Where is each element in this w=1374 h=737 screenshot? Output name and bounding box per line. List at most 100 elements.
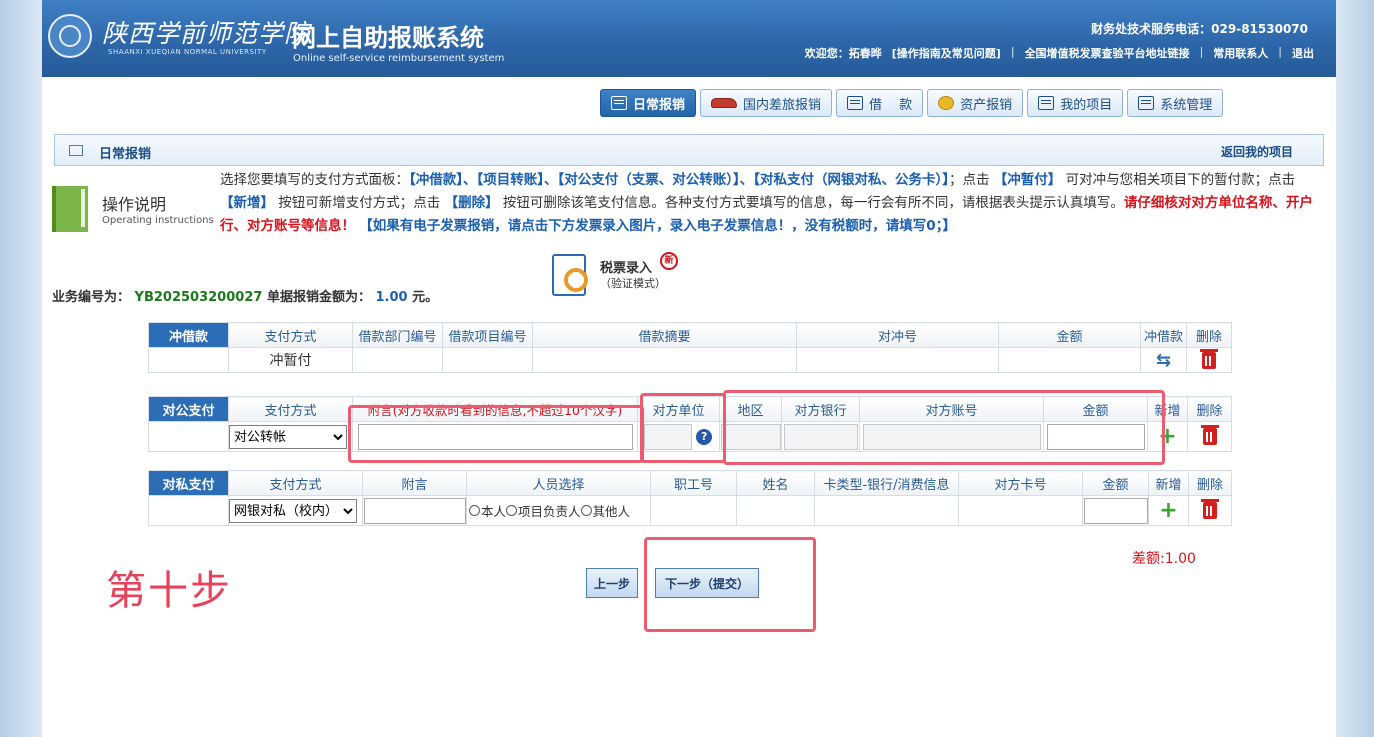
new-badge: 新: [660, 252, 678, 270]
private-method-select[interactable]: 网银对私（校内）: [229, 498, 357, 523]
amount-unit: 元。: [412, 290, 439, 305]
col-header: 卡类型-银行/消费信息: [814, 470, 959, 496]
step-label: 第十步: [106, 568, 232, 614]
person-radio-group: 本人 项目负责人 其他人: [468, 501, 650, 520]
private-amount-input[interactable]: [1083, 497, 1148, 524]
private-memo-input[interactable]: [363, 497, 466, 524]
school-name-en: SHAANXI XUEQIAN NORMAL UNIVERSITY: [108, 48, 267, 56]
trash-icon: [1201, 499, 1219, 519]
amount-cell: [1082, 495, 1149, 526]
daily-icon: [611, 96, 627, 110]
business-id: YB202503200027: [134, 290, 263, 305]
module-loan[interactable]: 借 款: [836, 89, 924, 117]
next-step-submit-button[interactable]: 下一步（提交）: [655, 568, 759, 598]
tax-invoice-entry[interactable]: 税票录入 新 （验证模式）: [552, 252, 692, 299]
instr-part: 按钮可新增支付方式；点击: [278, 195, 441, 211]
project-cell: [442, 347, 533, 373]
col-header: 借款项目编号: [442, 322, 533, 348]
instructions-title: 操作说明: [102, 195, 167, 214]
page-right-margin: [1336, 0, 1374, 737]
col-header: 新增: [1148, 470, 1189, 496]
staff-no-cell: [650, 495, 737, 526]
private-payment-table: 对私支付 支付方式 附言 人员选择 职工号 姓名 卡类型-银行/消费信息 对方卡…: [148, 470, 1232, 526]
loan-icon: [847, 96, 864, 110]
col-header: 删除: [1186, 322, 1232, 348]
contacts-link[interactable]: 常用联系人: [1213, 45, 1268, 61]
school-name: 陕西学前师范学院: [102, 19, 311, 48]
empty-cell: [148, 347, 229, 373]
module-my-projects[interactable]: 我的项目: [1027, 89, 1124, 117]
business-id-label: 业务编号为：: [52, 290, 131, 305]
logout-link[interactable]: 退出: [1292, 45, 1314, 61]
tax-entry-subtitle: （验证模式）: [600, 277, 666, 290]
module-label: 日常报销: [633, 97, 686, 113]
col-header: 金额: [1082, 470, 1149, 496]
train-icon: [711, 98, 738, 108]
instr-part: 【新增】: [220, 195, 274, 211]
col-header: 冲借款: [1140, 322, 1187, 348]
method-cell: 冲暂付: [228, 347, 353, 373]
col-header: 支付方式: [228, 396, 353, 422]
instr-part: 可对冲与您相关项目下的暂付款；点击: [1065, 172, 1296, 188]
module-travel-reimbursement[interactable]: 国内差旅报销: [700, 89, 833, 117]
radio-project-leader[interactable]: [506, 505, 518, 516]
book-icon: [52, 186, 88, 232]
module-label: 我的项目: [1060, 97, 1113, 113]
instr-part: 【冲借款】、【项目转账】、【对公支付（支票、对公转账）】、【对私支付（网银对私、…: [409, 172, 949, 188]
col-header: 借款摘要: [532, 322, 797, 348]
empty-cell: [148, 421, 229, 452]
add-button[interactable]: +: [1148, 495, 1189, 526]
instr-part: 选择您要填写的支付方式面板：: [220, 172, 409, 188]
table-row: 冲暂付 ⇆: [148, 347, 1232, 373]
instr-part: 【冲暂付】: [993, 172, 1062, 188]
section-bar: 日常报销 返回我的项目: [54, 134, 1324, 166]
card-no-cell: [958, 495, 1083, 526]
delete-button[interactable]: [1186, 347, 1232, 373]
module-label: 国内差旅报销: [743, 97, 822, 113]
module-daily-reimbursement[interactable]: 日常报销: [600, 89, 697, 117]
method-cell: 网银对私（校内）: [228, 495, 363, 526]
header-banner: 陕西学前师范学院 SHAANXI XUEQIAN NORMAL UNIVERSI…: [42, 0, 1336, 77]
school-logo: [48, 14, 92, 58]
tax-entry-title: 税票录入: [600, 261, 653, 276]
col-header: 支付方式: [228, 322, 353, 348]
public-payment-tag: 对公支付: [148, 396, 229, 422]
col-header: 附言: [362, 470, 467, 496]
coin-icon: [938, 96, 955, 110]
highlight-payee: [640, 393, 726, 463]
radio-self[interactable]: [469, 505, 480, 516]
col-header: 对冲号: [796, 322, 999, 348]
guide-link[interactable]: [操作指南及常见问题]: [892, 45, 1001, 61]
system-title-en: Online self-service reimbursement system: [293, 53, 505, 64]
delete-button[interactable]: [1188, 495, 1232, 526]
trash-icon: [1200, 348, 1218, 369]
module-label: 资产报销: [960, 97, 1013, 113]
card-type-cell: [814, 495, 959, 526]
method-cell: 对公转帐: [228, 421, 353, 452]
section-icon: [69, 145, 83, 156]
col-header: 删除: [1188, 470, 1232, 496]
invoice-check-link[interactable]: 全国增值税发票查验平台地址链接: [1025, 45, 1190, 61]
offset-button[interactable]: ⇆: [1140, 347, 1187, 373]
radio-label: 项目负责人: [518, 504, 581, 519]
amount-label: 单据报销金额为：: [266, 290, 371, 305]
prev-step-button[interactable]: 上一步: [586, 568, 638, 598]
module-asset-reimbursement[interactable]: 资产报销: [927, 89, 1024, 117]
instructions-text: 选择您要填写的支付方式面板：【冲借款】、【项目转账】、【对公支付（支票、对公转账…: [220, 169, 1324, 238]
nav-separator: |: [1199, 45, 1204, 58]
nav-separator: |: [1010, 45, 1015, 58]
radio-other[interactable]: [580, 505, 592, 516]
module-system-settings[interactable]: 系统管理: [1127, 89, 1224, 117]
memo-cell: [362, 495, 467, 526]
back-to-projects-link[interactable]: 返回我的项目: [1221, 143, 1293, 160]
delete-button[interactable]: [1187, 421, 1232, 452]
summary-cell: [532, 347, 797, 373]
highlight-bank-info: [723, 390, 1165, 465]
public-method-select[interactable]: 对公转帐: [229, 424, 347, 449]
name-cell: [736, 495, 815, 526]
user-name: 拓春晔: [848, 47, 882, 60]
hotline: 财务处技术服务电话：029-81530070: [1091, 22, 1308, 36]
col-header: 人员选择: [466, 470, 651, 496]
trash-icon: [1200, 425, 1219, 445]
settings-icon: [1138, 96, 1155, 110]
